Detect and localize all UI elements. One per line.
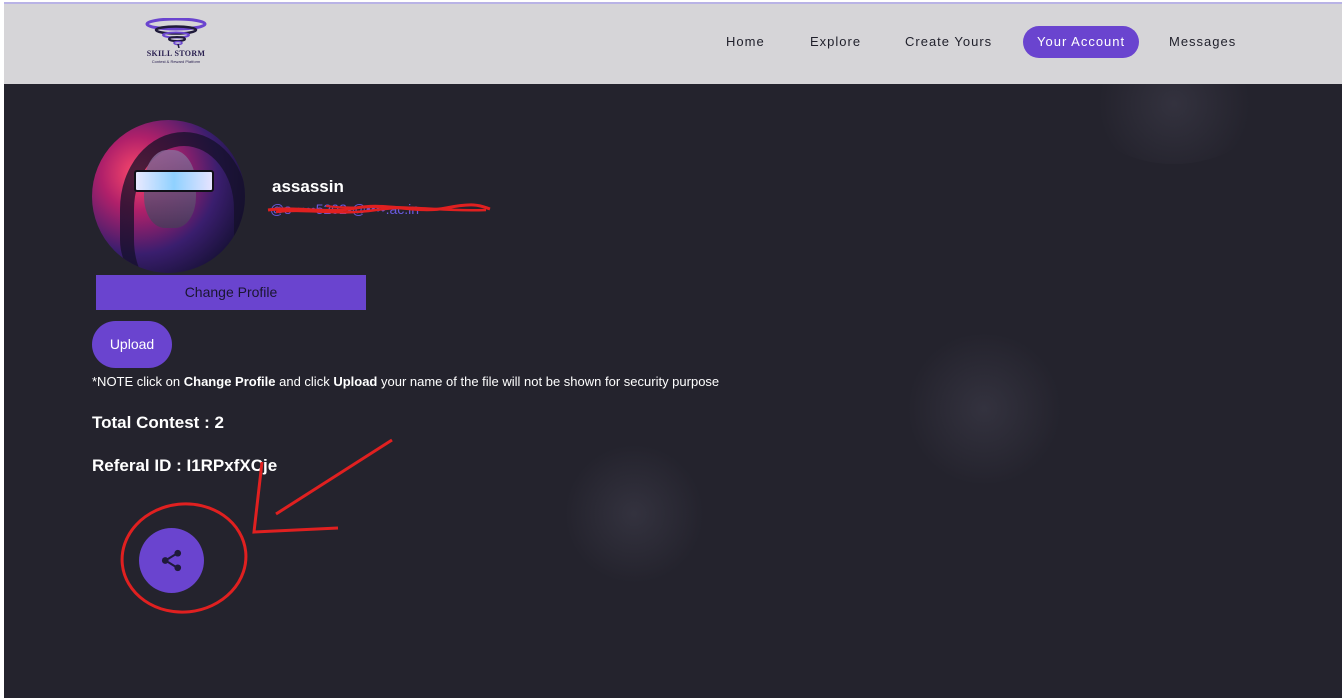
change-profile-button[interactable]: Change Profile (96, 275, 366, 310)
note-bold-upload: Upload (333, 374, 378, 389)
profile-avatar (92, 120, 245, 273)
avatar-visor (134, 170, 214, 192)
nav-your-account[interactable]: Your Account (1023, 26, 1140, 58)
tornado-icon (145, 18, 207, 48)
nav-home[interactable]: Home (712, 26, 779, 58)
top-strip (4, 4, 1342, 13)
profile-username: assassin (272, 177, 344, 196)
nav-create-yours[interactable]: Create Yours (891, 26, 1006, 58)
nav-messages[interactable]: Messages (1155, 26, 1250, 58)
note-text: and click (275, 374, 334, 389)
redaction-scribble (267, 203, 491, 214)
security-note: *NOTE click on Change Profile and click … (92, 374, 719, 389)
brand-logo[interactable]: SKILL STORM Contest & Reward Platform (130, 18, 222, 74)
background-glow (904, 334, 1064, 484)
note-text: *NOTE click on (92, 374, 184, 389)
nav-explore[interactable]: Explore (796, 26, 875, 58)
total-contest: Total Contest : 2 (92, 413, 224, 432)
navbar: SKILL STORM Contest & Reward Platform Ho… (4, 13, 1342, 84)
app-window: SKILL STORM Contest & Reward Platform Ho… (4, 2, 1342, 698)
referal-id: Referal ID : I1RPxfXCje (92, 456, 278, 475)
share-button[interactable] (139, 528, 204, 593)
share-icon (161, 549, 182, 572)
brand-name: SKILL STORM (146, 49, 206, 58)
background-glow (564, 444, 704, 584)
brand-tagline: Contest & Reward Platform (151, 59, 201, 64)
note-bold-change-profile: Change Profile (183, 374, 276, 389)
note-text: your name of the file will not be shown … (377, 374, 720, 389)
upload-button[interactable]: Upload (92, 321, 172, 368)
